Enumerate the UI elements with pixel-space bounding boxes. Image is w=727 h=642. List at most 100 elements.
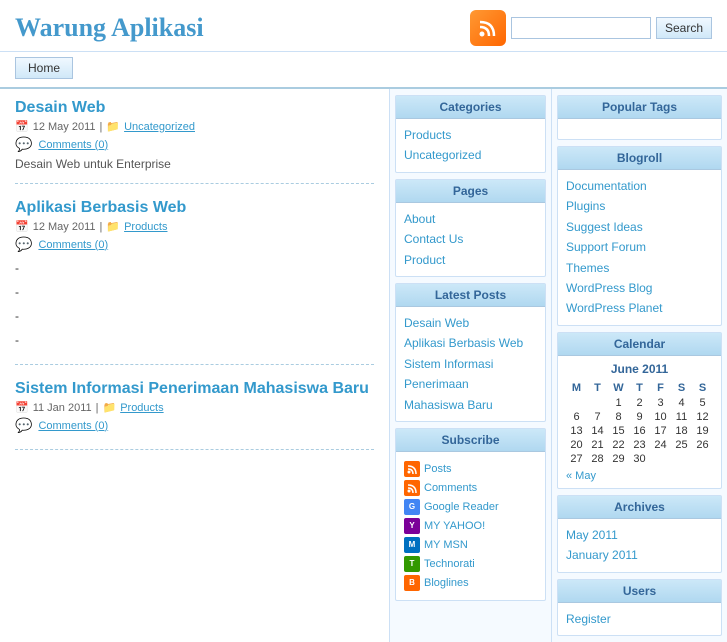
post-category-3[interactable]: Products [120, 402, 163, 414]
post-title-sistem-informasi[interactable]: Sistem Informasi Penerimaan Mahasiswa Ba… [15, 380, 369, 397]
bloglines-icon: B [404, 575, 420, 591]
calendar-day[interactable]: 30 [629, 452, 650, 466]
users-register[interactable]: Register [566, 609, 713, 629]
calendar-day[interactable]: 8 [608, 410, 629, 424]
calendar-day[interactable]: 26 [692, 438, 713, 452]
post-comments-1[interactable]: Comments (0) [38, 139, 108, 151]
calendar-day[interactable]: 3 [650, 396, 671, 410]
post-date-1: 12 May 2011 [33, 121, 96, 133]
calendar-day[interactable]: 23 [629, 438, 650, 452]
calendar-day [692, 452, 713, 466]
comment-icon-1: 💬 [15, 136, 32, 153]
calendar-day[interactable]: 5 [692, 396, 713, 410]
calendar-day[interactable]: 16 [629, 424, 650, 438]
subscribe-technorati-link[interactable]: Technorati [424, 558, 475, 570]
search-input[interactable] [511, 17, 651, 39]
calendar-day[interactable]: 4 [671, 396, 692, 410]
calendar-day[interactable]: 12 [692, 410, 713, 424]
calendar-month-year: June 2011 [566, 362, 713, 376]
calendar-content: June 2011 M T W T F S S [558, 356, 721, 488]
nav-home-button[interactable]: Home [15, 57, 73, 79]
subscribe-comments-link[interactable]: Comments [424, 482, 477, 494]
folder-icon-1: 📁 [106, 120, 120, 133]
cal-header-fri: F [650, 380, 671, 396]
calendar-day[interactable]: 11 [671, 410, 692, 424]
calendar-day[interactable]: 7 [587, 410, 608, 424]
calendar-day[interactable]: 13 [566, 424, 587, 438]
post-title-desain-web[interactable]: Desain Web [15, 99, 105, 116]
latest-post-1[interactable]: Aplikasi Berbasis Web [404, 333, 537, 353]
calendar-day[interactable]: 10 [650, 410, 671, 424]
blogroll-documentation[interactable]: Documentation [566, 176, 713, 196]
cal-header-sun: S [692, 380, 713, 396]
category-uncategorized[interactable]: Uncategorized [404, 145, 537, 165]
blogroll-plugins[interactable]: Plugins [566, 196, 713, 216]
subscribe-posts: Posts [404, 461, 537, 477]
calendar-day[interactable]: 29 [608, 452, 629, 466]
subscribe-google-link[interactable]: Google Reader [424, 501, 499, 513]
calendar-day[interactable]: 22 [608, 438, 629, 452]
calendar-day[interactable]: 17 [650, 424, 671, 438]
blogroll-title: Blogroll [558, 147, 721, 170]
post-meta-1: 📅 12 May 2011 | 📁 Uncategorized [15, 120, 374, 133]
subscribe-box: Subscribe Posts Comments [395, 428, 546, 601]
technorati-icon: T [404, 556, 420, 572]
main-content: Desain Web 📅 12 May 2011 | 📁 Uncategoriz… [0, 89, 390, 642]
page-contact[interactable]: Contact Us [404, 229, 537, 249]
latest-post-3[interactable]: Mahasiswa Baru [404, 395, 537, 415]
popular-tags-title: Popular Tags [558, 96, 721, 119]
subscribe-yahoo-link[interactable]: MY YAHOO! [424, 520, 485, 532]
calendar-day[interactable]: 18 [671, 424, 692, 438]
archive-may-2011[interactable]: May 2011 [566, 525, 713, 545]
calendar-day[interactable]: 19 [692, 424, 713, 438]
calendar-day[interactable]: 24 [650, 438, 671, 452]
subscribe-google: G Google Reader [404, 499, 537, 515]
blogroll-themes[interactable]: Themes [566, 258, 713, 278]
latest-post-0[interactable]: Desain Web [404, 313, 537, 333]
post-date-3: 11 Jan 2011 [33, 402, 92, 414]
calendar-day[interactable]: 20 [566, 438, 587, 452]
latest-posts-content: Desain Web Aplikasi Berbasis Web Sistem … [396, 307, 545, 421]
calendar-day[interactable]: 14 [587, 424, 608, 438]
page-product[interactable]: Product [404, 250, 537, 270]
blogroll-wp-planet[interactable]: WordPress Planet [566, 298, 713, 318]
sidebar-middle: Categories Products Uncategorized Pages … [390, 89, 552, 642]
post-title-aplikasi-web[interactable]: Aplikasi Berbasis Web [15, 199, 186, 216]
post-category-2[interactable]: Products [124, 221, 167, 233]
calendar-day[interactable]: 15 [608, 424, 629, 438]
subscribe-posts-link[interactable]: Posts [424, 463, 452, 475]
popular-tags-content [558, 119, 721, 139]
blogroll-wp-blog[interactable]: WordPress Blog [566, 278, 713, 298]
calendar-day[interactable]: 6 [566, 410, 587, 424]
calendar-prev[interactable]: « May [566, 470, 596, 482]
blogroll-support-forum[interactable]: Support Forum [566, 237, 713, 257]
calendar-day[interactable]: 2 [629, 396, 650, 410]
page-about[interactable]: About [404, 209, 537, 229]
rss-header-icon[interactable] [470, 10, 506, 46]
blogroll-suggest-ideas[interactable]: Suggest Ideas [566, 217, 713, 237]
latest-post-2[interactable]: Sistem Informasi Penerimaan [404, 354, 537, 395]
calendar-day [671, 452, 692, 466]
calendar-day[interactable]: 27 [566, 452, 587, 466]
bullet-1 [15, 256, 374, 280]
post-comments-3[interactable]: Comments (0) [38, 420, 108, 432]
pages-content: About Contact Us Product [396, 203, 545, 276]
pages-box: Pages About Contact Us Product [395, 179, 546, 277]
search-button[interactable]: Search [656, 17, 712, 39]
calendar-day[interactable]: 28 [587, 452, 608, 466]
subscribe-title: Subscribe [396, 429, 545, 452]
calendar-icon-1: 📅 [15, 120, 29, 133]
users-content: Register [558, 603, 721, 635]
subscribe-bloglines-link[interactable]: Bloglines [424, 577, 469, 589]
blogroll-box: Blogroll Documentation Plugins Suggest I… [557, 146, 722, 326]
calendar-day[interactable]: 21 [587, 438, 608, 452]
cal-header-mon: M [566, 380, 587, 396]
archive-jan-2011[interactable]: January 2011 [566, 545, 713, 565]
calendar-day[interactable]: 25 [671, 438, 692, 452]
post-category-1[interactable]: Uncategorized [124, 121, 195, 133]
category-products[interactable]: Products [404, 125, 537, 145]
post-meta-3: 📅 11 Jan 2011 | 📁 Products [15, 401, 374, 414]
calendar-day[interactable]: 9 [629, 410, 650, 424]
post-comments-2[interactable]: Comments (0) [38, 239, 108, 251]
calendar-day[interactable]: 1 [608, 396, 629, 410]
